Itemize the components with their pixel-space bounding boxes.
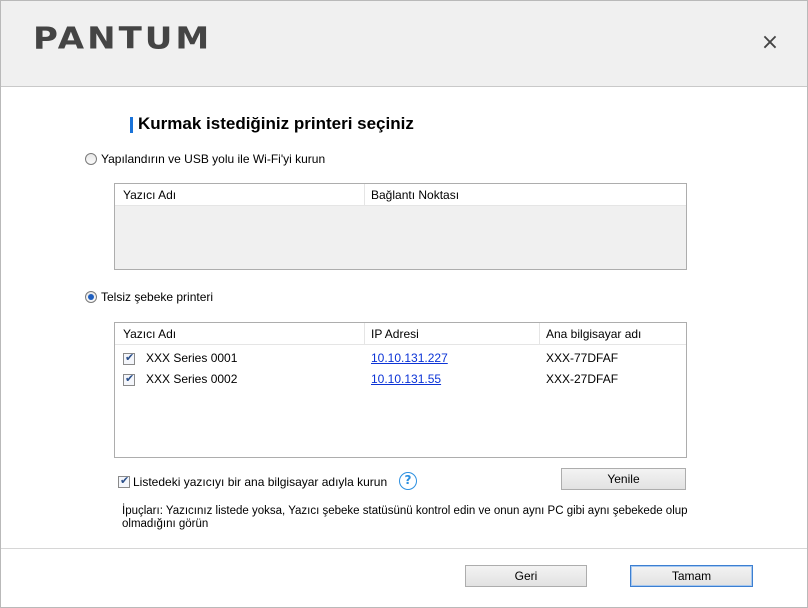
usb-col-port: Bağlantı Noktası <box>371 188 460 202</box>
col-host-name: Ana bilgisayar adı <box>546 327 642 341</box>
column-separator <box>364 323 365 345</box>
printer-name: XXX Series 0002 <box>146 372 238 386</box>
wireless-radio[interactable] <box>85 291 97 303</box>
table-row[interactable]: XXX Series 0002 10.10.131.55 XXX-27DFAF <box>115 370 686 390</box>
ip-address-link[interactable]: 10.10.131.55 <box>371 372 441 386</box>
wireless-radio-label: Telsiz şebeke printeri <box>101 290 214 304</box>
ok-button[interactable]: Tamam <box>630 565 753 587</box>
wireless-table-header: Yazıcı Adı IP Adresi Ana bilgisayar adı <box>115 323 686 345</box>
back-button[interactable]: Geri <box>465 565 587 587</box>
close-icon[interactable]: × <box>756 29 784 57</box>
title-accent-bar <box>130 117 133 133</box>
installer-window: PANTUM × Kurmak istediğiniz printeri seç… <box>0 0 808 608</box>
install-by-hostname-label: Listedeki yazıcıyı bir ana bilgisayar ad… <box>133 475 388 489</box>
header-bar: PANTUM × <box>1 1 807 87</box>
column-separator <box>364 184 365 206</box>
col-ip-address: IP Adresi <box>371 327 419 341</box>
pantum-logo: PANTUM <box>33 21 213 57</box>
usb-printer-table[interactable]: Yazıcı Adı Bağlantı Noktası <box>114 183 687 270</box>
hint-text: İpuçları: Yazıcınız listede yoksa, Yazıc… <box>122 505 688 530</box>
table-row[interactable]: XXX Series 0001 10.10.131.227 XXX-77DFAF <box>115 349 686 369</box>
row-checkbox[interactable] <box>123 351 135 365</box>
help-icon[interactable]: ? <box>399 472 417 490</box>
row-checkbox[interactable] <box>123 372 135 386</box>
refresh-button[interactable]: Yenile <box>561 468 686 490</box>
usb-wifi-radio-label: Yapılandırın ve USB yolu ile Wi-Fi'yi ku… <box>101 152 326 166</box>
page-title: Kurmak istediğiniz printeri seçiniz <box>138 114 414 133</box>
install-by-hostname-option[interactable]: Listedeki yazıcıyı bir ana bilgisayar ad… <box>118 474 388 489</box>
install-by-hostname-checkbox[interactable] <box>118 474 130 488</box>
usb-col-printer-name: Yazıcı Adı <box>123 188 177 202</box>
col-printer-name: Yazıcı Adı <box>123 327 177 341</box>
column-separator <box>539 323 540 345</box>
footer-divider <box>1 548 807 549</box>
usb-table-header: Yazıcı Adı Bağlantı Noktası <box>115 184 686 206</box>
usb-wifi-radio[interactable] <box>85 153 97 165</box>
host-name: XXX-77DFAF <box>546 351 619 365</box>
wireless-printer-table[interactable]: Yazıcı Adı IP Adresi Ana bilgisayar adı … <box>114 322 687 458</box>
usb-wifi-radio-option[interactable]: Yapılandırın ve USB yolu ile Wi-Fi'yi ku… <box>85 152 325 166</box>
ip-address-link[interactable]: 10.10.131.227 <box>371 351 448 365</box>
wireless-radio-option[interactable]: Telsiz şebeke printeri <box>85 290 213 304</box>
host-name: XXX-27DFAF <box>546 372 619 386</box>
printer-name: XXX Series 0001 <box>146 351 238 365</box>
